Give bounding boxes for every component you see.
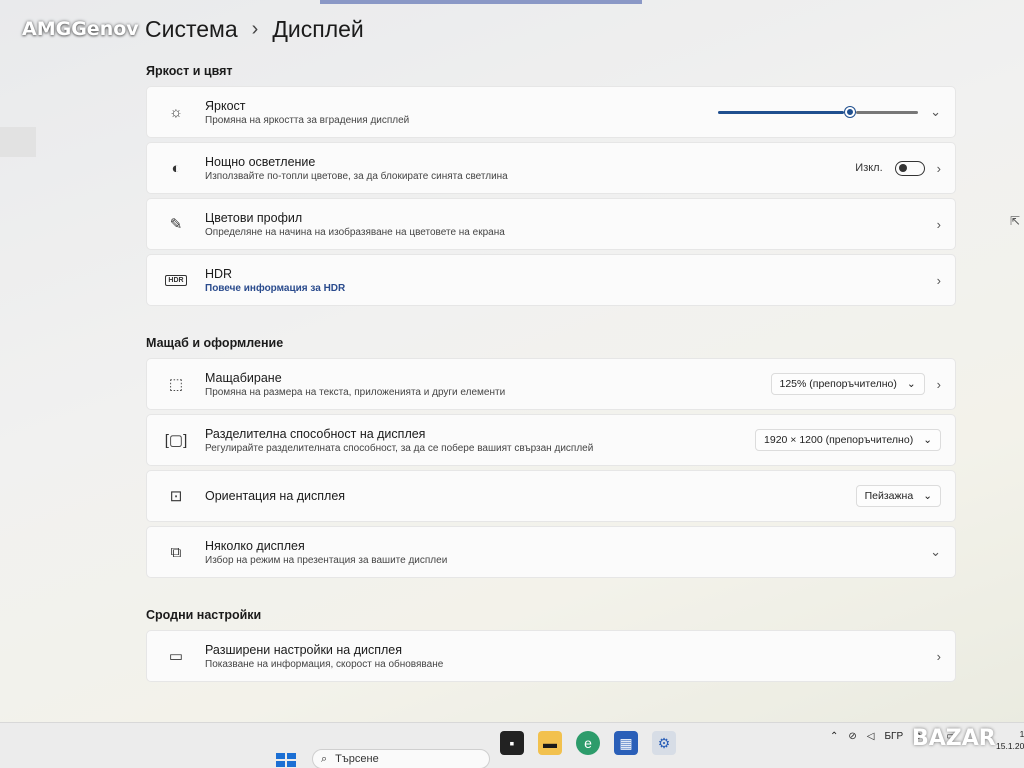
- brightness-label: Яркост: [205, 98, 246, 113]
- resolution-label: Разделителна способност на дисплея: [205, 426, 426, 441]
- orientation-label: Ориентация на дисплея: [205, 489, 346, 503]
- pen-icon[interactable]: ◁: [867, 731, 875, 742]
- resolution-dropdown-value: 1920 × 1200 (препоръчително): [764, 434, 914, 446]
- hdr-icon: HDR: [161, 274, 191, 286]
- orientation-icon: ⊡: [169, 488, 183, 505]
- scale-dropdown-value: 125% (препоръчително): [779, 378, 897, 390]
- night-light-toggle[interactable]: [894, 160, 925, 176]
- hdr-label: HDR: [205, 266, 233, 281]
- file-explorer-icon[interactable]: ▬: [538, 731, 562, 755]
- chevron-down-icon[interactable]: ⌄: [930, 104, 941, 120]
- windows-start-icon[interactable]: [276, 753, 296, 767]
- chevron-down-icon[interactable]: ⌄: [930, 544, 941, 560]
- chevron-down-icon: ⌄: [923, 434, 932, 446]
- chevron-right-icon[interactable]: ›: [937, 377, 941, 392]
- settings-gear-icon[interactable]: ⚙: [652, 731, 676, 755]
- search-placeholder: Търсене: [335, 753, 379, 765]
- orientation-dropdown[interactable]: Пейзажна ⌄: [855, 485, 941, 507]
- muted-network-icon[interactable]: ⊘: [848, 731, 856, 742]
- orientation-card[interactable]: ⊡ Ориентация на дисплея Пейзажна ⌄: [146, 470, 956, 522]
- color-profile-description: Определяне на начина на изобразяване на …: [205, 226, 505, 238]
- advanced-display-description: Показване на информация, скорост на обно…: [205, 658, 444, 670]
- edge-browser-icon[interactable]: e: [576, 731, 600, 755]
- hdr-info-link[interactable]: Повече информация за HDR: [205, 283, 937, 294]
- orientation-dropdown-value: Пейзажна: [864, 490, 914, 502]
- language-indicator[interactable]: БГР: [884, 731, 903, 742]
- monitor-icon: ▭: [168, 648, 184, 665]
- chevron-down-icon: ⌄: [923, 490, 932, 502]
- brightness-slider[interactable]: [718, 105, 919, 119]
- resolution-description: Регулирайте разделителната способност, з…: [205, 442, 594, 454]
- color-profile-card[interactable]: ✎ Цветови профил Определяне на начина на…: [146, 198, 956, 250]
- breadcrumb: Система › Дисплей: [145, 16, 364, 43]
- clock-time: 1: [1019, 729, 1024, 739]
- clock-date: 15.1.20: [996, 740, 1024, 751]
- night-light-label: Нощно осветление: [205, 154, 316, 169]
- mouse-cursor-icon: ⇱: [1010, 214, 1021, 228]
- multiple-displays-description: Избор на режим на презентация за вашите …: [205, 554, 448, 566]
- bazar-watermark: BAZAR: [912, 726, 996, 751]
- brightness-slider-fill: [718, 111, 845, 114]
- section-title-brightness-color: Яркост и цвят: [146, 64, 233, 78]
- eyedropper-icon: ✎: [169, 216, 183, 233]
- chevron-right-icon[interactable]: ›: [937, 649, 941, 664]
- night-light-description: Използвайте по-топли цветове, за да блок…: [205, 170, 508, 182]
- chevron-down-icon: ⌄: [906, 378, 916, 390]
- resolution-icon: [▢]: [164, 432, 188, 449]
- resolution-dropdown[interactable]: 1920 × 1200 (препоръчително) ⌄: [755, 429, 941, 451]
- settings-content: Яркост и цвят ☼ Яркост Промяна на яркост…: [146, 60, 956, 686]
- multiple-displays-icon: ⧉: [170, 543, 182, 561]
- scale-dropdown[interactable]: 125% (препоръчително) ⌄: [770, 373, 925, 395]
- section-title-scale-layout: Мащаб и оформление: [146, 336, 284, 350]
- taskbar-search[interactable]: ⌕ Търсене: [312, 749, 490, 768]
- brightness-card[interactable]: ☼ Яркост Промяна на яркостта за вградени…: [146, 86, 956, 138]
- resolution-card[interactable]: [▢] Разделителна способност на дисплея Р…: [146, 414, 956, 466]
- photo-watermark: AMGGenov: [22, 18, 139, 40]
- taskbar: ⌕ Търсене ▪ ▬ e ▦ ⚙ ⌃ ⊘ ◁ БГР ⊕ ♪ ▭ 1 15…: [0, 722, 1024, 768]
- scale-icon: ⬚: [168, 376, 184, 393]
- color-profile-label: Цветови профил: [205, 210, 303, 225]
- night-light-card[interactable]: ◐ Нощно осветление Използвайте по-топли …: [146, 142, 956, 194]
- clock[interactable]: 1 15.1.20: [996, 729, 1024, 753]
- hdr-card[interactable]: HDR HDR Повече информация за HDR ›: [146, 254, 956, 306]
- night-light-state: Изкл.: [855, 162, 883, 174]
- chevron-right-icon[interactable]: ›: [937, 217, 941, 232]
- night-light-icon: ◐: [171, 159, 181, 177]
- brightness-description: Промяна на яркостта за вградения дисплей: [205, 114, 410, 126]
- advanced-display-label: Разширени настройки на дисплея: [205, 642, 403, 657]
- multiple-displays-card[interactable]: ⧉ Няколко дисплея Избор на режим на през…: [146, 526, 956, 578]
- search-icon: ⌕: [321, 752, 328, 765]
- sun-icon: ☼: [169, 103, 183, 121]
- nav-selection-highlight[interactable]: [0, 127, 36, 157]
- window-top-accent: [320, 0, 642, 4]
- breadcrumb-separator: ›: [251, 18, 259, 40]
- brightness-slider-thumb[interactable]: [845, 107, 856, 117]
- scale-description: Промяна на размера на текста, приложения…: [205, 386, 506, 398]
- store-icon[interactable]: ▦: [614, 731, 638, 755]
- chevron-up-icon[interactable]: ⌃: [830, 731, 838, 742]
- section-title-related: Сродни настройки: [146, 608, 262, 622]
- task-view-icon[interactable]: ▪: [500, 731, 524, 755]
- breadcrumb-parent[interactable]: Система: [145, 16, 238, 43]
- chevron-right-icon[interactable]: ›: [937, 273, 941, 288]
- brightness-slider-track: [856, 111, 919, 114]
- scale-card[interactable]: ⬚ Мащабиране Промяна на размера на текст…: [146, 358, 956, 410]
- scale-label: Мащабиране: [205, 370, 282, 385]
- multiple-displays-label: Няколко дисплея: [205, 538, 305, 553]
- chevron-right-icon[interactable]: ›: [937, 161, 941, 176]
- advanced-display-card[interactable]: ▭ Разширени настройки на дисплея Показва…: [146, 630, 956, 682]
- page-title: Дисплей: [272, 16, 364, 42]
